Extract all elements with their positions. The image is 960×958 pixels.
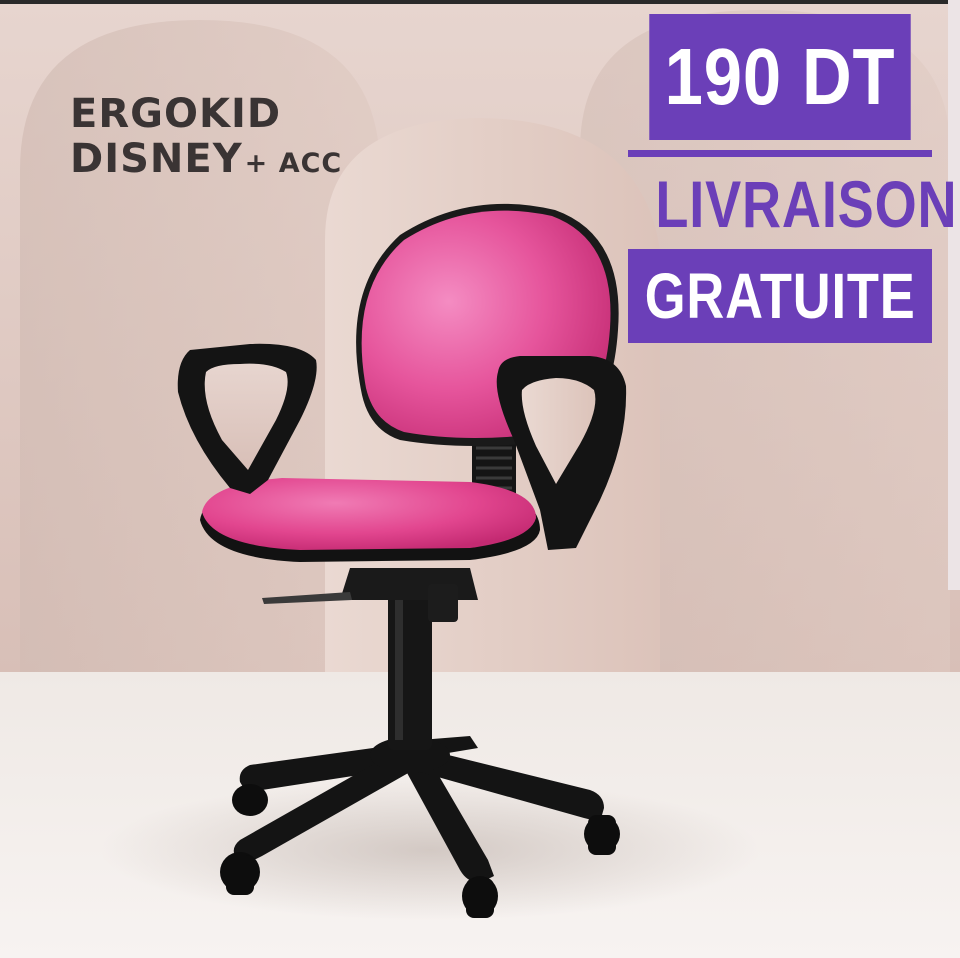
- price-badge: 190 DT: [649, 14, 911, 140]
- right-edge: [948, 0, 960, 590]
- promo-divider: [628, 150, 932, 157]
- product-suffix: + ACC: [244, 147, 343, 179]
- product-name-line1: ERGOKID: [70, 91, 282, 137]
- top-border: [0, 0, 960, 4]
- free-badge: GRATUITE: [628, 249, 932, 343]
- product-model: DISNEY: [70, 135, 243, 182]
- product-name-line2: DISNEY+ ACC: [70, 135, 343, 182]
- promo-panel: 190 DT LIVRAISON GRATUITE: [628, 14, 958, 343]
- product-name: ERGOKID DISNEY+ ACC: [70, 92, 342, 182]
- free-label: GRATUITE: [644, 260, 916, 332]
- promo-image: ERGOKID DISNEY+ ACC 190 DT LIVRAISON GRA…: [0, 0, 960, 958]
- delivery-label: LIVRAISON: [655, 167, 958, 241]
